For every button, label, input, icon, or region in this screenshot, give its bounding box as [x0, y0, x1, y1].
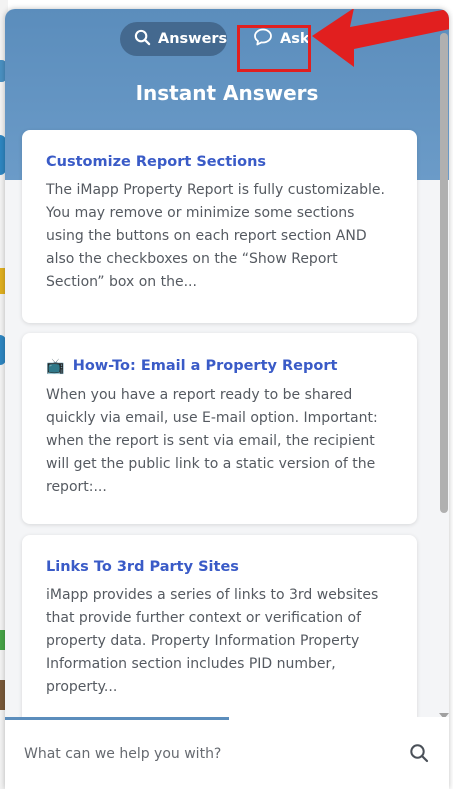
article-title-row: 📺 How-To: Email a Property Report	[46, 357, 393, 375]
search-icon[interactable]	[409, 743, 429, 767]
page-title: Instant Answers	[135, 81, 319, 105]
article-title[interactable]: Customize Report Sections	[46, 154, 266, 170]
annotation-arrow	[312, 9, 449, 67]
scrollbar[interactable]	[437, 19, 449, 719]
article-title-row: Links To 3rd Party Sites	[46, 559, 393, 575]
article-card[interactable]: Customize Report Sections The iMapp Prop…	[22, 130, 417, 323]
article-title-row: Customize Report Sections	[46, 154, 393, 170]
article-excerpt: iMapp provides a series of links to 3rd …	[46, 587, 379, 695]
search-bar	[5, 717, 449, 789]
search-icon	[134, 29, 158, 50]
help-widget-panel: Answers Ask Instant Answers Customize Re…	[5, 9, 449, 789]
article-excerpt: When you have a report ready to be share…	[46, 387, 378, 495]
tab-answers-label: Answers	[158, 31, 228, 47]
article-title[interactable]: How-To: Email a Property Report	[73, 358, 338, 374]
article-excerpt: The iMapp Property Report is fully custo…	[46, 182, 385, 290]
article-card[interactable]: Links To 3rd Party Sites iMapp provides …	[22, 535, 417, 725]
tab-answers[interactable]: Answers	[120, 22, 227, 56]
progress-indicator	[5, 717, 229, 720]
scrollbar-thumb[interactable]	[440, 33, 448, 513]
television-icon: 📺	[46, 357, 65, 375]
article-card[interactable]: 📺 How-To: Email a Property Report When y…	[22, 333, 417, 524]
search-input[interactable]	[22, 733, 386, 775]
article-title[interactable]: Links To 3rd Party Sites	[46, 559, 239, 575]
annotation-highlight-box	[237, 25, 311, 72]
